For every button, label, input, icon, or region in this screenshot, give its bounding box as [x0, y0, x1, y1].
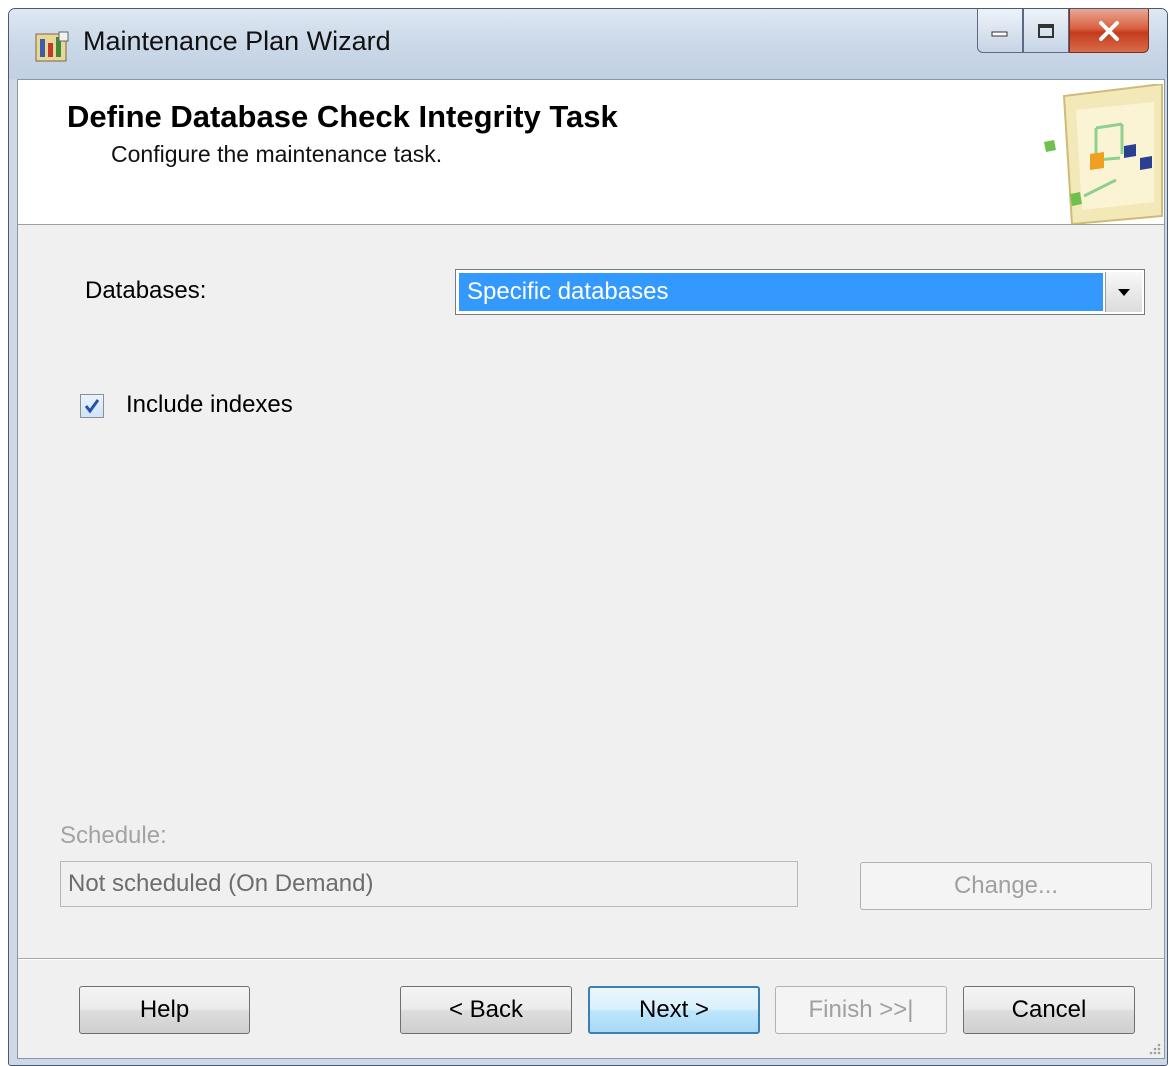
- page-subtitle: Configure the maintenance task.: [111, 141, 443, 167]
- wizard-graphic-icon: [1044, 84, 1163, 224]
- help-button[interactable]: Help: [79, 986, 250, 1034]
- maintenance-plan-wizard-icon: [35, 31, 69, 62]
- title-bar[interactable]: Maintenance Plan Wizard: [9, 9, 1167, 79]
- minimize-icon: [991, 31, 1008, 36]
- wizard-client-area: Define Database Check Integrity Task Con…: [17, 79, 1165, 1059]
- wizard-window: Maintenance Plan Wizard Define Database …: [8, 8, 1168, 1066]
- minimize-button[interactable]: [977, 9, 1023, 53]
- databases-dropdown[interactable]: Specific databases: [455, 269, 1145, 315]
- maximize-icon: [1038, 23, 1054, 38]
- caption-buttons: [977, 9, 1149, 55]
- resize-grip-icon[interactable]: [1146, 1040, 1162, 1056]
- databases-label: Databases:: [85, 277, 207, 304]
- dropdown-button[interactable]: [1105, 272, 1142, 312]
- chevron-down-icon: [1118, 289, 1130, 296]
- schedule-field: Not scheduled (On Demand): [60, 861, 798, 907]
- page-title: Define Database Check Integrity Task: [67, 99, 618, 134]
- cancel-button[interactable]: Cancel: [963, 986, 1135, 1034]
- back-button[interactable]: < Back: [400, 986, 572, 1034]
- include-indexes-label[interactable]: Include indexes: [126, 391, 293, 419]
- footer-separator: [18, 958, 1164, 960]
- checkmark-icon: [84, 399, 100, 414]
- window-title: Maintenance Plan Wizard: [83, 26, 391, 56]
- include-indexes-checkbox[interactable]: [80, 394, 104, 418]
- finish-button: Finish >>|: [775, 986, 947, 1034]
- close-button[interactable]: [1069, 9, 1149, 53]
- schedule-label: Schedule:: [60, 822, 167, 849]
- change-button: Change...: [860, 862, 1152, 910]
- maximize-button[interactable]: [1023, 9, 1069, 53]
- close-icon: [1099, 20, 1119, 41]
- wizard-header: Define Database Check Integrity Task Con…: [18, 80, 1164, 225]
- next-button[interactable]: Next >: [588, 986, 760, 1034]
- databases-selected-value: Specific databases: [459, 273, 1103, 311]
